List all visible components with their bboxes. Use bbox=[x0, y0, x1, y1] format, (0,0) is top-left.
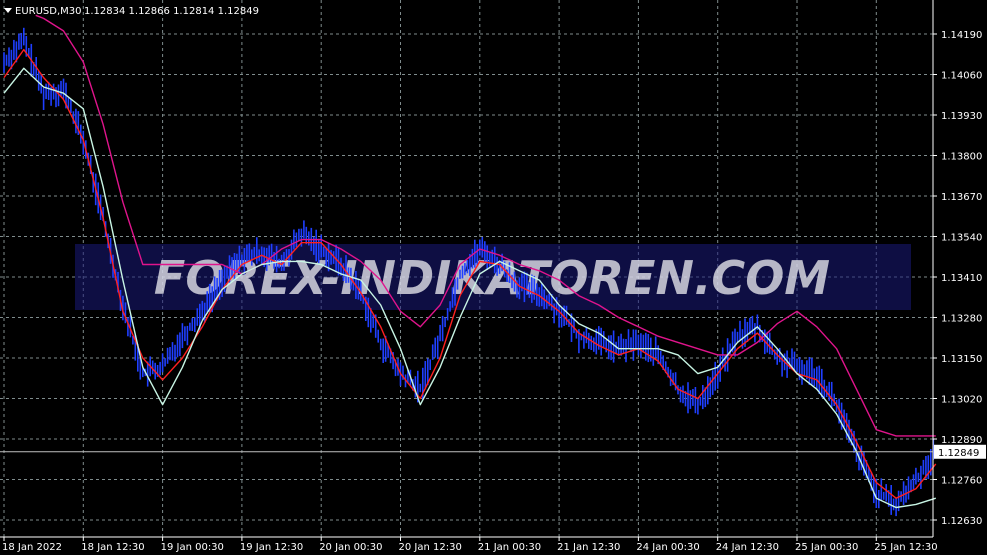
symbol-label: EURUSD,M30 bbox=[15, 6, 81, 17]
x-tick-label: 18 Jan 12:30 bbox=[81, 542, 144, 553]
y-tick-label: 1.13410 bbox=[941, 273, 982, 284]
y-tick-label: 1.13020 bbox=[941, 395, 982, 406]
y-tick-label: 1.13540 bbox=[941, 233, 982, 244]
x-tick-label: 19 Jan 12:30 bbox=[240, 542, 303, 553]
y-tick-label: 1.12630 bbox=[941, 516, 982, 527]
x-tick-label: 20 Jan 12:30 bbox=[399, 542, 462, 553]
x-tick-label: 25 Jan 12:30 bbox=[874, 542, 937, 553]
y-tick-label: 1.13930 bbox=[941, 111, 982, 122]
y-tick-label: 1.12760 bbox=[941, 476, 982, 487]
x-tick-label: 24 Jan 12:30 bbox=[716, 542, 779, 553]
x-tick-label: 21 Jan 12:30 bbox=[557, 542, 620, 553]
y-tick-label: 1.13670 bbox=[941, 192, 982, 203]
y-tick-label: 1.13150 bbox=[941, 354, 982, 365]
x-tick-label: 21 Jan 00:30 bbox=[478, 542, 541, 553]
x-tick-label: 25 Jan 00:30 bbox=[795, 542, 858, 553]
y-tick-label: 1.13800 bbox=[941, 152, 982, 163]
chart-header: EURUSD,M30 1.12834 1.12866 1.12814 1.128… bbox=[4, 6, 259, 17]
x-tick-label: 19 Jan 00:30 bbox=[161, 542, 224, 553]
x-tick-label: 18 Jan 2022 bbox=[2, 542, 62, 553]
price-chart[interactable]: FOREX-INDIKATOREN.COM 1.141901.140601.13… bbox=[0, 0, 987, 555]
x-tick-label: 24 Jan 00:30 bbox=[636, 542, 699, 553]
x-tick-label: 20 Jan 00:30 bbox=[319, 542, 382, 553]
ohlc-text: 1.12834 1.12866 1.12814 1.12849 bbox=[84, 6, 259, 17]
current-price-label: 1.12849 bbox=[938, 448, 979, 459]
y-tick-label: 1.13280 bbox=[941, 314, 982, 325]
y-tick-label: 1.14190 bbox=[941, 30, 982, 41]
y-tick-label: 1.12890 bbox=[941, 435, 982, 446]
y-tick-label: 1.14060 bbox=[941, 71, 982, 82]
